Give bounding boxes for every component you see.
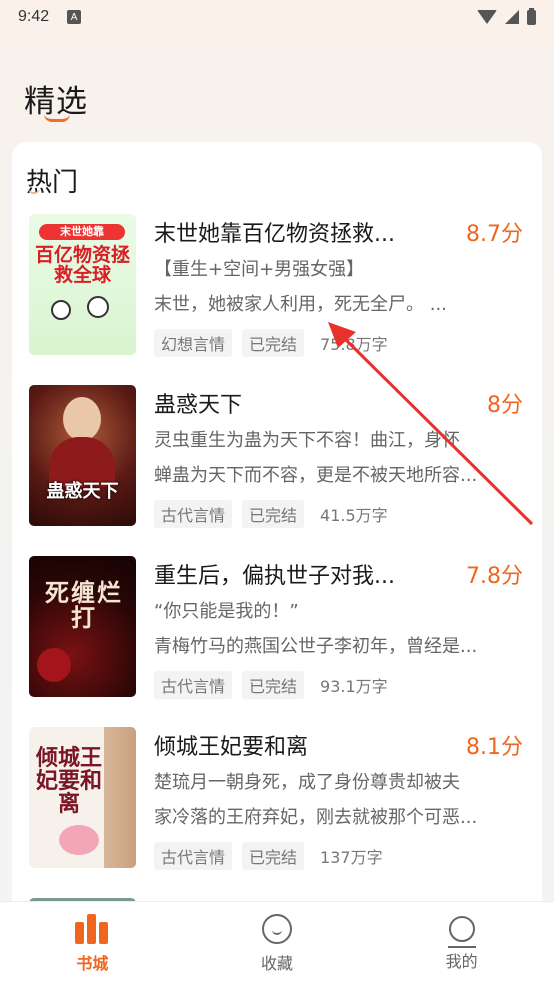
cover-title: 百亿物资拯救全球	[35, 244, 131, 286]
cover-title: 死缠烂打	[45, 578, 123, 633]
status-tag: 已完结	[242, 329, 305, 357]
battery-icon	[527, 7, 536, 25]
status-tag: 已完结	[242, 671, 305, 699]
book-desc-line: “你只能是我的！”	[154, 601, 299, 622]
genre-tag: 古代言情	[154, 671, 233, 699]
book-score: 7.8分	[466, 564, 523, 589]
status-time: 9:42	[18, 8, 50, 25]
wifi-icon	[477, 10, 497, 24]
book-item[interactable]: 倾城王妃要和离 倾城王妃要和离 8.1分 楚琉月一朝身死，成了身份尊贵却被夫 家…	[29, 727, 539, 873]
cover-figure	[87, 296, 109, 318]
word-count: 93.1万字	[320, 677, 388, 696]
heart-icon	[262, 914, 292, 944]
book-score: 8分	[487, 393, 523, 418]
status-tag: 已完结	[242, 842, 305, 870]
word-count: 75.8万字	[320, 335, 388, 354]
status-bar: 9:42 A	[0, 0, 554, 34]
book-cover: 死缠烂打	[29, 556, 136, 697]
cover-figure	[63, 397, 101, 441]
book-cover: 末世她靠 百亿物资拯救全球	[29, 214, 136, 355]
cover-title: 倾城王妃要和离	[35, 745, 102, 818]
cover-flower	[59, 825, 99, 855]
book-item[interactable]: 末世她靠 百亿物资拯救全球 末世她靠百亿物资拯救... 8.7分 【重生+空间+…	[29, 214, 539, 360]
title-underline	[44, 114, 70, 122]
tab-label: 书城	[76, 954, 109, 973]
notification-icon: A	[67, 10, 82, 24]
cover-flower	[37, 648, 71, 682]
word-count: 137万字	[320, 848, 383, 867]
cover-title: 蛊惑天下	[46, 481, 119, 502]
status-icons	[477, 7, 536, 25]
cover-badge: 末世她靠	[39, 224, 125, 240]
book-tags: 古代言情 已完结 41.5万字	[154, 500, 388, 528]
book-item[interactable]: 死缠烂打 重生后，偏执世子对我... 7.8分 “你只能是我的！” 青梅竹马的燕…	[29, 556, 539, 702]
tab-label: 我的	[445, 952, 478, 971]
tab-favorites[interactable]: 收藏	[185, 902, 370, 984]
book-cover: 蛊惑天下	[29, 385, 136, 526]
word-count: 41.5万字	[320, 506, 388, 525]
book-title: 倾城王妃要和离	[154, 735, 309, 760]
user-icon	[447, 916, 476, 948]
tab-profile[interactable]: 我的	[369, 902, 554, 984]
cover-figure	[49, 437, 115, 487]
book-title: 蛊惑天下	[154, 393, 243, 418]
book-desc-line: 家冷落的王府弃妃，刚去就被那个可恶...	[154, 807, 478, 828]
signal-icon	[505, 10, 519, 24]
hot-section-card: 热门 末世她靠 百亿物资拯救全球 末世她靠百亿物资拯救... 8.7分 【重生+…	[12, 142, 542, 984]
book-desc-line: 灵虫重生为蛊为天下不容！曲江，身怀	[154, 430, 460, 451]
book-tags: 古代言情 已完结 93.1万字	[154, 671, 388, 699]
tab-label: 收藏	[261, 954, 294, 973]
cover-figure	[51, 300, 71, 320]
book-cover: 倾城王妃要和离	[29, 727, 136, 868]
genre-tag: 幻想言情	[154, 329, 233, 357]
bottom-tab-bar: 书城 收藏 我的	[0, 901, 554, 984]
book-desc-line: 楚琉月一朝身死，成了身份尊贵却被夫	[154, 772, 460, 793]
book-title: 重生后，偏执世子对我...	[154, 564, 395, 589]
book-desc-line: 末世，她被家人利用，死无全尸。 ...	[154, 294, 447, 315]
book-item[interactable]: 蛊惑天下 蛊惑天下 8分 灵虫重生为蛊为天下不容！曲江，身怀 蝉蛊为天下而不容，…	[29, 385, 539, 531]
tab-bookstore[interactable]: 书城	[0, 902, 185, 984]
genre-tag: 古代言情	[154, 500, 233, 528]
genre-tag: 古代言情	[154, 842, 233, 870]
bookshelf-icon	[75, 914, 109, 944]
book-tags: 古代言情 已完结 137万字	[154, 842, 383, 870]
book-tags: 幻想言情 已完结 75.8万字	[154, 329, 388, 357]
book-desc-line: 蝉蛊为天下而不容，更是不被天地所容...	[154, 465, 478, 486]
book-desc-line: 青梅竹马的燕国公世子李初年，曾经是...	[154, 636, 478, 657]
book-score: 8.1分	[466, 735, 523, 760]
book-desc-line: 【重生+空间+男强女强】	[154, 259, 365, 280]
book-score: 8.7分	[466, 222, 523, 247]
status-tag: 已完结	[242, 500, 305, 528]
book-title: 末世她靠百亿物资拯救...	[154, 222, 395, 247]
